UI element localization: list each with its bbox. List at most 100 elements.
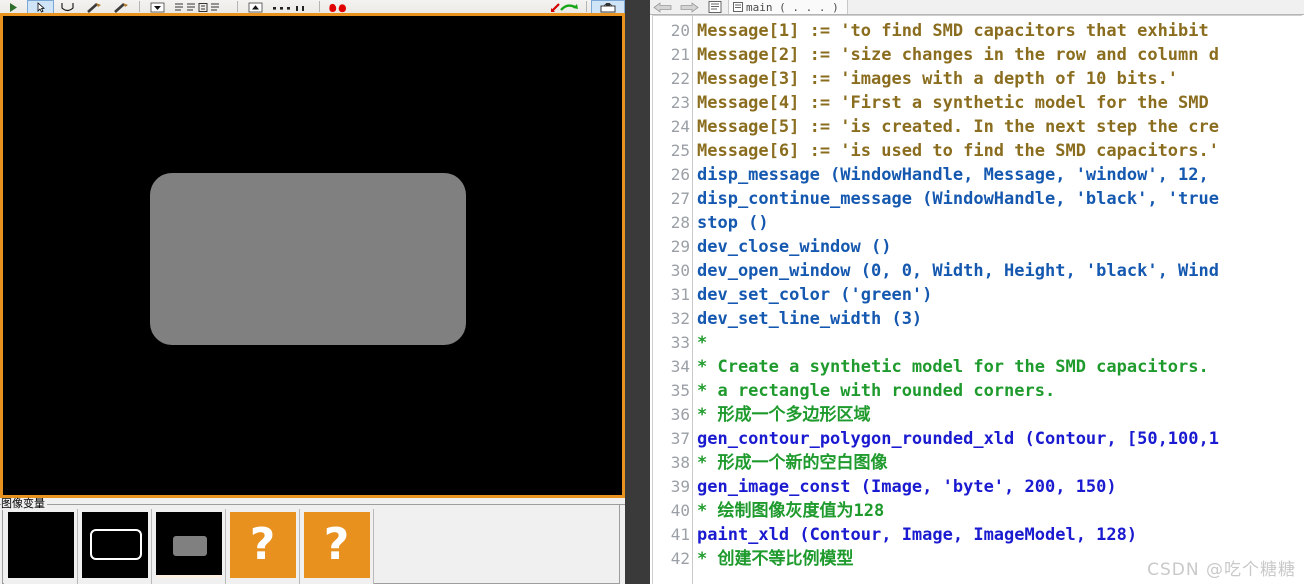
code-line[interactable]: 27 disp_continue_message (WindowHandle, '… [652, 187, 1302, 211]
code-lines: 20 Message[1] := 'to find SMD capacitors … [652, 19, 1302, 571]
code-line[interactable]: 20 Message[1] := 'to find SMD capacitors … [652, 19, 1302, 43]
forward-icon[interactable] [676, 0, 702, 14]
line-number: 23 [670, 93, 690, 112]
line-number: 21 [670, 45, 690, 64]
code-line-text: * 形成一个新的空白图像 [697, 453, 888, 473]
code-line-text: stop () [697, 213, 769, 233]
tab-main[interactable]: main ( . . . ) [728, 0, 848, 14]
code-line[interactable]: 32 dev_set_line_width (3) [652, 307, 1302, 331]
code-line[interactable]: 28 stop () [652, 211, 1302, 235]
line-number: 27 [670, 189, 690, 208]
code-tabbar: main ( . . . ) [650, 0, 1304, 15]
code-line[interactable]: 34 * Create a synthetic model for the SMD… [652, 355, 1302, 379]
pencil-draw-2-icon[interactable] [108, 0, 135, 13]
thumb-black [7, 512, 74, 578]
magnet-shape-icon[interactable] [54, 0, 81, 13]
thumb-gray [155, 512, 222, 578]
graphics-window[interactable] [0, 13, 625, 498]
code-line[interactable]: 22 Message[3] := 'images with a depth of … [652, 67, 1302, 91]
graphics-pane: 图像变量 ? ? [0, 0, 625, 584]
code-line[interactable]: 30 dev_open_window (0, 0, Width, Height, … [652, 259, 1302, 283]
line-number: 28 [670, 213, 690, 232]
code-line[interactable]: 21 Message[2] := 'size changes in the row… [652, 43, 1302, 67]
export-basket-icon[interactable] [591, 0, 625, 13]
selection-underline [155, 575, 222, 578]
list-item[interactable]: ? [226, 509, 300, 584]
image-canvas [3, 16, 622, 495]
list-item[interactable] [4, 509, 78, 584]
code-line-text: gen_image_const (Image, 'byte', 200, 150… [697, 477, 1117, 497]
line-number: 32 [670, 309, 690, 328]
code-line[interactable]: 40 * 绘制图像灰度值为128 [652, 499, 1302, 523]
code-line-text: gen_contour_polygon_rounded_xld (Contour… [697, 429, 1219, 449]
code-line-text: * 形成一个多边形区域 [697, 405, 871, 425]
contour-outline [89, 529, 142, 560]
pane-splitter[interactable] [625, 0, 650, 584]
code-line-text: Message[5] := 'is created. In the next s… [697, 117, 1219, 137]
code-line-text: Message[4] := 'First a synthetic model f… [697, 93, 1209, 113]
back-icon[interactable] [650, 0, 676, 14]
arrow-cursor-icon[interactable] [27, 0, 54, 13]
code-line[interactable]: 39 gen_image_const (Image, 'byte', 200, 1… [652, 475, 1302, 499]
list-item[interactable]: ? [300, 509, 374, 584]
pencil-draw-icon[interactable] [81, 0, 108, 13]
gray-rect-preview [172, 536, 207, 556]
line-number: 30 [670, 261, 690, 280]
line-number: 33 [670, 333, 690, 352]
up-triangle-icon[interactable] [242, 0, 269, 13]
code-line-text: * Create a synthetic model for the SMD c… [697, 357, 1209, 377]
line-number: 29 [670, 237, 690, 256]
procedure-icon [733, 2, 743, 12]
code-line[interactable]: 24 Message[5] := 'is created. In the next… [652, 115, 1302, 139]
code-line[interactable]: 26 disp_message (WindowHandle, Message, '… [652, 163, 1302, 187]
code-line[interactable]: 35 * a rectangle with rounded corners. [652, 379, 1302, 403]
green-arrow-icon[interactable] [546, 0, 582, 13]
code-line-text: Message[1] := 'to find SMD capacitors th… [697, 21, 1209, 41]
line-number: 22 [670, 69, 690, 88]
code-line-text: Message[6] := 'is used to find the SMD c… [697, 141, 1219, 161]
code-line[interactable]: 36 * 形成一个多边形区域 [652, 403, 1302, 427]
list-icon[interactable] [702, 0, 728, 14]
list-item[interactable] [152, 509, 226, 584]
watermark: CSDN @吃个糖糖 [1147, 560, 1296, 580]
line-number: 24 [670, 117, 690, 136]
code-line[interactable]: 31 dev_set_color ('green') [652, 283, 1302, 307]
toolbar-separator-2 [237, 1, 238, 12]
line-number: 26 [670, 165, 690, 184]
variables-panel-title: 图像变量 [1, 497, 47, 510]
line-number: 37 [670, 429, 690, 448]
tab-main-label: main ( . . . ) [746, 0, 839, 14]
thumb-contour [81, 512, 148, 578]
line-number: 39 [670, 477, 690, 496]
image-variable-thumbnails: ? ? [4, 509, 374, 584]
toolbar-separator-4 [586, 1, 587, 12]
code-line[interactable]: 29 dev_close_window () [652, 235, 1302, 259]
dropdown-zoom-icon[interactable] [144, 0, 171, 13]
run-icon[interactable] [0, 0, 27, 13]
code-line[interactable]: 41 paint_xld (Contour, Image, ImageModel,… [652, 523, 1302, 547]
graphics-toolbar [0, 0, 625, 14]
code-line[interactable]: 38 * 形成一个新的空白图像 [652, 451, 1302, 475]
list-item[interactable] [78, 509, 152, 584]
code-line-text: paint_xld (Contour, Image, ImageModel, 1… [697, 525, 1138, 545]
red-shapes-icon[interactable] [324, 0, 358, 13]
code-line[interactable]: 23 Message[4] := 'First a synthetic model… [652, 91, 1302, 115]
line-number: 20 [670, 21, 690, 40]
cjk-tools-icon[interactable] [171, 0, 233, 13]
toolbar-separator-3 [319, 1, 320, 12]
code-line-text: disp_continue_message (WindowHandle, 'bl… [697, 189, 1219, 209]
line-number: 40 [670, 501, 690, 520]
dots-icon[interactable] [269, 0, 315, 13]
code-line[interactable]: 33 * [652, 331, 1302, 355]
thumb-unknown-1: ? [229, 512, 296, 578]
line-number: 42 [670, 549, 690, 568]
line-number: 38 [670, 453, 690, 472]
thumb-unknown-2: ? [303, 512, 370, 578]
code-pane: main ( . . . ) 20 Message[1] := 'to find … [650, 0, 1304, 584]
code-line[interactable]: 25 Message[6] := 'is used to find the SMD… [652, 139, 1302, 163]
rounded-rect-shape [150, 173, 466, 345]
code-line[interactable]: 37 gen_contour_polygon_rounded_xld (Conto… [652, 427, 1302, 451]
code-line-text: dev_set_line_width (3) [697, 309, 923, 329]
line-number: 35 [670, 381, 690, 400]
toolbar-separator-1 [139, 1, 140, 12]
